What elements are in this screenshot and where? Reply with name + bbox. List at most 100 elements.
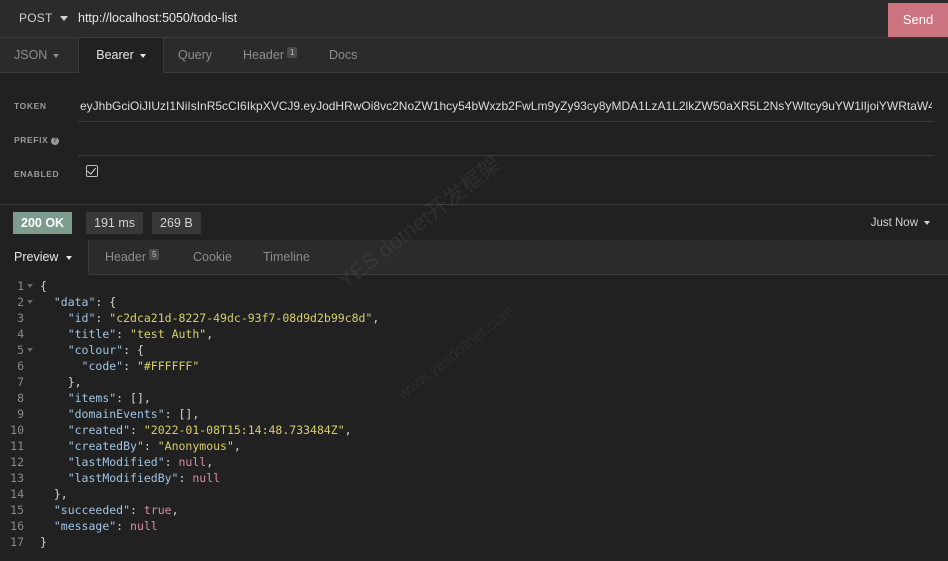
json-punct: : bbox=[116, 327, 131, 341]
tab-docs[interactable]: Docs bbox=[329, 38, 357, 72]
code-line: 1{ bbox=[0, 278, 948, 294]
send-button[interactable]: Send bbox=[888, 3, 948, 37]
code-text: "title": "test Auth", bbox=[40, 326, 213, 342]
enabled-label: ENABLED bbox=[14, 169, 60, 179]
tab-query[interactable]: Query bbox=[178, 38, 212, 72]
json-punct bbox=[40, 503, 54, 517]
tab-label: Preview bbox=[14, 250, 59, 264]
json-key: "code" bbox=[81, 359, 124, 373]
tab-preview[interactable]: Preview bbox=[0, 240, 89, 275]
json-punct: : { bbox=[123, 343, 144, 357]
help-icon[interactable]: ? bbox=[51, 136, 60, 145]
code-text: }, bbox=[40, 486, 68, 502]
json-punct bbox=[40, 295, 54, 309]
json-punct: , bbox=[206, 327, 214, 341]
code-line: 3 "id": "c2dca21d-8227-49dc-93f7-08d9d2b… bbox=[0, 310, 948, 326]
json-literal: true bbox=[143, 503, 172, 517]
code-line: 13 "lastModifiedBy": null bbox=[0, 470, 948, 486]
code-line: 14 }, bbox=[0, 486, 948, 502]
json-punct bbox=[40, 327, 68, 341]
code-text: "created": "2022-01-08T15:14:48.733484Z"… bbox=[40, 422, 352, 438]
json-punct: : bbox=[116, 519, 131, 533]
fold-toggle-icon[interactable] bbox=[27, 284, 33, 288]
response-size-badge: 269 B bbox=[152, 212, 201, 234]
code-line: 8 "items": [], bbox=[0, 390, 948, 406]
enabled-checkbox-icon[interactable] bbox=[86, 165, 98, 177]
json-punct: , bbox=[233, 439, 241, 453]
prefix-input[interactable] bbox=[78, 155, 934, 156]
token-input[interactable]: eyJhbGciOiJIUzI1NiIsInR5cCI6IkpXVCJ9.eyJ… bbox=[80, 99, 932, 113]
json-key: "domainEvents" bbox=[67, 407, 165, 421]
line-number: 9 bbox=[17, 407, 24, 421]
tab-body-json[interactable]: JSON bbox=[14, 38, 60, 72]
json-key: "createdBy" bbox=[67, 439, 144, 453]
response-tabs: Preview Header 5 Cookie Timeline bbox=[0, 240, 948, 275]
json-punct: , bbox=[206, 455, 214, 469]
json-key: "id" bbox=[67, 311, 96, 325]
fold-toggle-icon[interactable] bbox=[27, 348, 33, 352]
json-punct bbox=[40, 455, 68, 469]
json-key: "data" bbox=[53, 295, 96, 309]
status-badge: 200 OK bbox=[13, 212, 73, 234]
json-punct: : bbox=[143, 439, 158, 453]
json-punct: : { bbox=[95, 295, 117, 309]
code-text: "data": { bbox=[40, 294, 116, 310]
json-literal: null bbox=[178, 455, 207, 469]
tab-cookie[interactable]: Cookie bbox=[193, 240, 232, 274]
response-body-viewer[interactable]: 1{2 "data": {3 "id": "c2dca21d-8227-49dc… bbox=[0, 278, 948, 550]
code-text: "id": "c2dca21d-8227-49dc-93f7-08d9d2b99… bbox=[40, 310, 380, 326]
code-text: { bbox=[40, 278, 47, 294]
tab-label: Header bbox=[243, 48, 284, 62]
chevron-down-icon bbox=[139, 53, 146, 58]
line-number: 15 bbox=[10, 503, 24, 517]
json-key: "created" bbox=[67, 423, 131, 437]
json-punct bbox=[40, 519, 54, 533]
json-punct bbox=[40, 423, 68, 437]
json-literal: null bbox=[130, 519, 158, 533]
json-punct: }, bbox=[40, 487, 68, 501]
json-string: "Anonymous" bbox=[157, 439, 234, 453]
json-string: "2022-01-08T15:14:48.733484Z" bbox=[143, 423, 345, 437]
json-key: "succeeded" bbox=[53, 503, 131, 517]
history-dropdown[interactable]: Just Now bbox=[871, 217, 930, 229]
code-line: 10 "created": "2022-01-08T15:14:48.73348… bbox=[0, 422, 948, 438]
json-key: "colour" bbox=[67, 343, 124, 357]
code-line: 5 "colour": { bbox=[0, 342, 948, 358]
json-punct: , bbox=[372, 311, 380, 325]
json-punct bbox=[40, 343, 68, 357]
json-key: "message" bbox=[53, 519, 117, 533]
json-key: "items" bbox=[67, 391, 117, 405]
response-time-badge: 191 ms bbox=[86, 212, 143, 234]
code-line: 17} bbox=[0, 534, 948, 550]
line-number: 12 bbox=[10, 455, 24, 469]
json-string: "c2dca21d-8227-49dc-93f7-08d9d2b99c8d" bbox=[109, 311, 373, 325]
json-literal: null bbox=[192, 471, 221, 485]
code-line: 2 "data": { bbox=[0, 294, 948, 310]
line-number: 17 bbox=[10, 535, 24, 549]
code-line: 9 "domainEvents": [], bbox=[0, 406, 948, 422]
tab-label: Docs bbox=[329, 48, 358, 62]
json-punct: : bbox=[123, 359, 137, 373]
json-punct bbox=[40, 311, 68, 325]
fold-toggle-icon[interactable] bbox=[27, 300, 33, 304]
tab-auth-bearer[interactable]: Bearer bbox=[78, 38, 164, 73]
code-line: 12 "lastModified": null, bbox=[0, 454, 948, 470]
line-number: 2 bbox=[17, 295, 24, 309]
code-text: "createdBy": "Anonymous", bbox=[40, 438, 241, 454]
json-punct bbox=[40, 391, 68, 405]
tab-response-header[interactable]: Header 5 bbox=[105, 240, 160, 274]
code-text: "colour": { bbox=[40, 342, 144, 358]
tab-timeline[interactable]: Timeline bbox=[263, 240, 310, 274]
json-key: "title" bbox=[67, 327, 117, 341]
tab-header[interactable]: Header 1 bbox=[243, 38, 298, 72]
url-input[interactable]: http://localhost:5050/todo-list bbox=[78, 11, 237, 25]
tab-label: Cookie bbox=[193, 250, 232, 264]
json-punct: : bbox=[178, 471, 193, 485]
method-dropdown[interactable]: POST bbox=[19, 11, 69, 25]
line-number: 6 bbox=[17, 359, 24, 373]
json-punct bbox=[40, 407, 68, 421]
chevron-down-icon bbox=[60, 16, 69, 22]
code-line: 15 "succeeded": true, bbox=[0, 502, 948, 518]
code-line: 16 "message": null bbox=[0, 518, 948, 534]
line-number: 14 bbox=[10, 487, 24, 501]
